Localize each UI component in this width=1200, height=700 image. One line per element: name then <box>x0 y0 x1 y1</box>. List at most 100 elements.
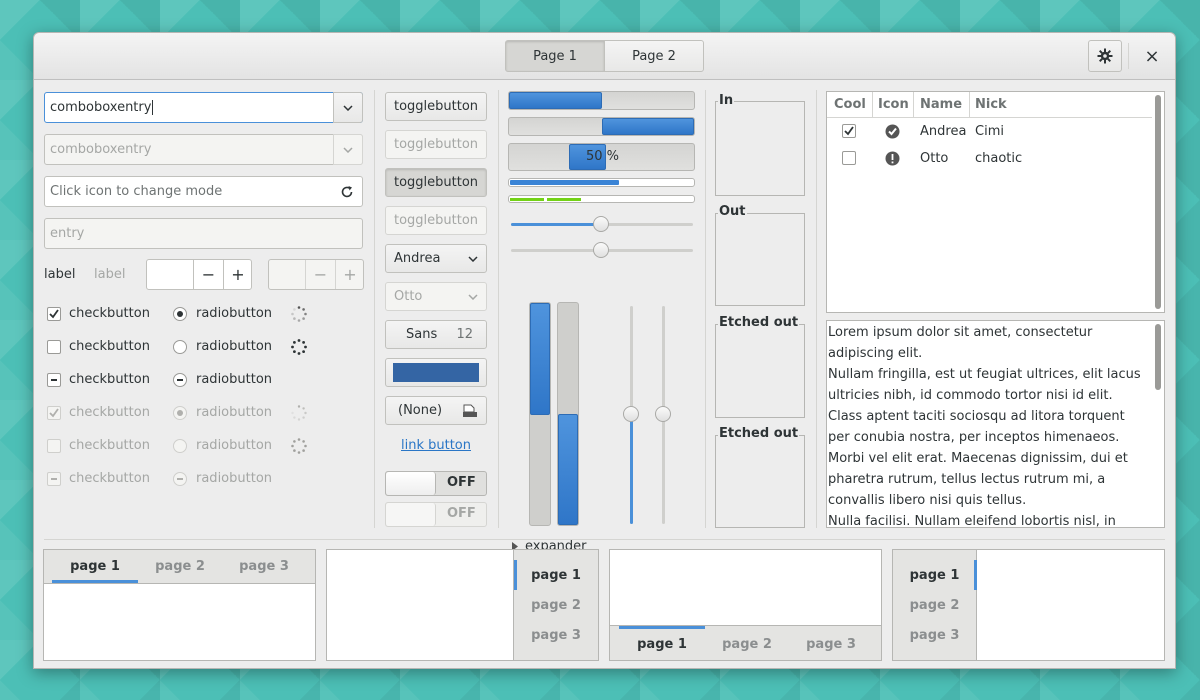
radio-selected-insensitive <box>173 406 187 420</box>
text-scrollbar-thumb[interactable] <box>1155 324 1161 390</box>
vscale-2-slider[interactable] <box>655 406 671 422</box>
radio-inconsistent[interactable] <box>173 373 187 387</box>
notebook-top-tab-2-label: page 2 <box>155 559 205 574</box>
radio-inconsistent-insensitive <box>173 472 187 486</box>
close-button[interactable]: × <box>1140 43 1164 69</box>
tree-header-cool[interactable]: Cool <box>834 97 866 112</box>
dash-icon <box>51 478 57 480</box>
switch-off[interactable]: OFF <box>385 471 487 496</box>
switch-state: OFF <box>447 475 476 490</box>
icon-entry[interactable]: Click icon to change mode <box>44 176 363 207</box>
radio-selected[interactable] <box>173 307 187 321</box>
notebook-right-tab-1-label: page 1 <box>531 567 581 583</box>
combobox-andrea[interactable]: Andrea <box>385 244 487 273</box>
color-button[interactable] <box>385 358 487 387</box>
font-button[interactable]: Sans 12 <box>385 320 487 349</box>
link-button[interactable]: link button <box>385 438 487 458</box>
text-view[interactable]: Lorem ipsum dolor sit amet, consectetur … <box>826 320 1165 528</box>
warning-circle-icon <box>885 151 900 166</box>
progressbar-1-fill <box>509 92 602 109</box>
tree-scrollbar[interactable] <box>1153 93 1163 311</box>
notebook-left-tab-3[interactable]: page 3 <box>893 620 976 650</box>
tree-header-divider <box>872 92 873 117</box>
checkbox-unchecked[interactable] <box>47 340 61 354</box>
progressbar-1 <box>508 91 695 110</box>
tree-view: Cool Icon Name Nick Andrea Cimi Otto cha… <box>826 91 1165 313</box>
tree-scrollbar-thumb[interactable] <box>1155 95 1161 309</box>
notebook-bottom-tab-3[interactable]: page 3 <box>789 628 873 660</box>
radiobutton-label-6: radiobutton <box>196 471 273 486</box>
column-separator-1 <box>374 90 375 528</box>
radio-dot-icon <box>177 311 183 317</box>
frame-out-label: Out <box>718 204 747 219</box>
spin-button[interactable]: − + <box>146 259 252 290</box>
togglebutton-4-label: togglebutton <box>393 213 479 228</box>
notebook-bottom-tabs: page 1 page 2 page 3 <box>610 625 881 660</box>
combobox-entry-insensitive-dropdown <box>333 134 363 165</box>
switch-state-insensitive: OFF <box>447 506 476 521</box>
dash-icon <box>177 478 183 480</box>
combobox-entry[interactable]: comboboxentry <box>44 92 363 123</box>
text-view-content: Lorem ipsum dolor sit amet, consectetur … <box>828 322 1150 527</box>
entry-insensitive-placeholder: entry <box>50 226 85 241</box>
notebook-bottom-tab-2-label: page 2 <box>722 636 772 652</box>
frame-etched-2-label: Etched out <box>718 426 800 441</box>
font-name: Sans <box>406 327 438 342</box>
tree-row[interactable]: Andrea Cimi <box>827 120 1152 146</box>
notebook-left-tab-2-label: page 2 <box>909 597 960 613</box>
tree-cool-checkbox[interactable] <box>842 124 856 138</box>
text-line: per conubia nostra, per inceptos himenae… <box>828 430 1120 445</box>
combobox-entry-dropdown[interactable] <box>333 92 363 123</box>
settings-button[interactable] <box>1088 40 1122 72</box>
checkbutton-label-4: checkbutton <box>69 405 150 420</box>
notebook-top: page 1 page 2 page 3 <box>43 549 316 661</box>
notebook-bottom-tab-3-label: page 3 <box>806 636 856 652</box>
checkbox-inconsistent[interactable] <box>47 373 61 387</box>
notebook-right-tab-3[interactable]: page 3 <box>514 620 598 650</box>
plus-icon: + <box>343 265 357 284</box>
main-window: Page 1 Page 2 × comboboxentry comboboxen… <box>33 32 1176 669</box>
notebook-right-tab-2[interactable]: page 2 <box>514 590 598 620</box>
notebook-top-tab-3[interactable]: page 3 <box>222 550 306 583</box>
togglebutton-3[interactable]: togglebutton <box>385 168 487 197</box>
notebook-top-tab-1[interactable]: page 1 <box>52 550 138 583</box>
check-mark-icon <box>49 309 59 319</box>
tree-cool-checkbox[interactable] <box>842 151 856 165</box>
radiobutton-label-5: radiobutton <box>196 438 273 453</box>
chevron-down-icon <box>343 104 353 111</box>
notebook-bottom-tab-2[interactable]: page 2 <box>705 628 789 660</box>
spin-decrement-button[interactable]: − <box>193 260 223 289</box>
radio-unselected[interactable] <box>173 340 187 354</box>
tree-header-icon[interactable]: Icon <box>878 97 909 112</box>
hscale-2-slider[interactable] <box>593 242 609 258</box>
tree-row[interactable]: Otto chaotic <box>827 147 1152 173</box>
dash-icon <box>51 379 57 381</box>
tree-header-nick[interactable]: Nick <box>975 97 1007 112</box>
checkbox-checked[interactable] <box>47 307 61 321</box>
plus-icon: + <box>231 265 245 284</box>
notebook-bottom-tab-1[interactable]: page 1 <box>619 628 705 660</box>
notebook-right-tab-1[interactable]: page 1 <box>514 560 598 590</box>
progressbar-2-fill <box>602 118 694 135</box>
file-chooser-button[interactable]: (None) <box>385 396 487 425</box>
refresh-icon[interactable] <box>340 185 354 199</box>
tree-header-name[interactable]: Name <box>920 97 962 112</box>
stack-switcher-page2[interactable]: Page 2 <box>604 40 704 72</box>
chevron-down-icon <box>468 293 478 300</box>
stack-switcher-page1[interactable]: Page 1 <box>505 40 605 72</box>
link-button-label: link button <box>400 438 471 453</box>
vprogress-1-fill <box>530 303 550 415</box>
hscale-1-slider[interactable] <box>593 216 609 232</box>
notebook-left-tab-1[interactable]: page 1 <box>893 560 976 590</box>
progressbar-4 <box>508 178 695 187</box>
notebook-left-tab-2[interactable]: page 2 <box>893 590 976 620</box>
chevron-down-icon <box>468 255 478 262</box>
notebook-top-tab-2[interactable]: page 2 <box>138 550 222 583</box>
spin-increment-button[interactable]: + <box>223 260 252 289</box>
vscale-1-slider[interactable] <box>623 406 639 422</box>
text-scrollbar[interactable] <box>1153 322 1163 526</box>
notebook-bottom: page 1 page 2 page 3 <box>609 549 882 661</box>
switch-slider[interactable] <box>386 472 436 495</box>
check-mark-icon <box>844 126 854 136</box>
togglebutton-1[interactable]: togglebutton <box>385 92 487 121</box>
